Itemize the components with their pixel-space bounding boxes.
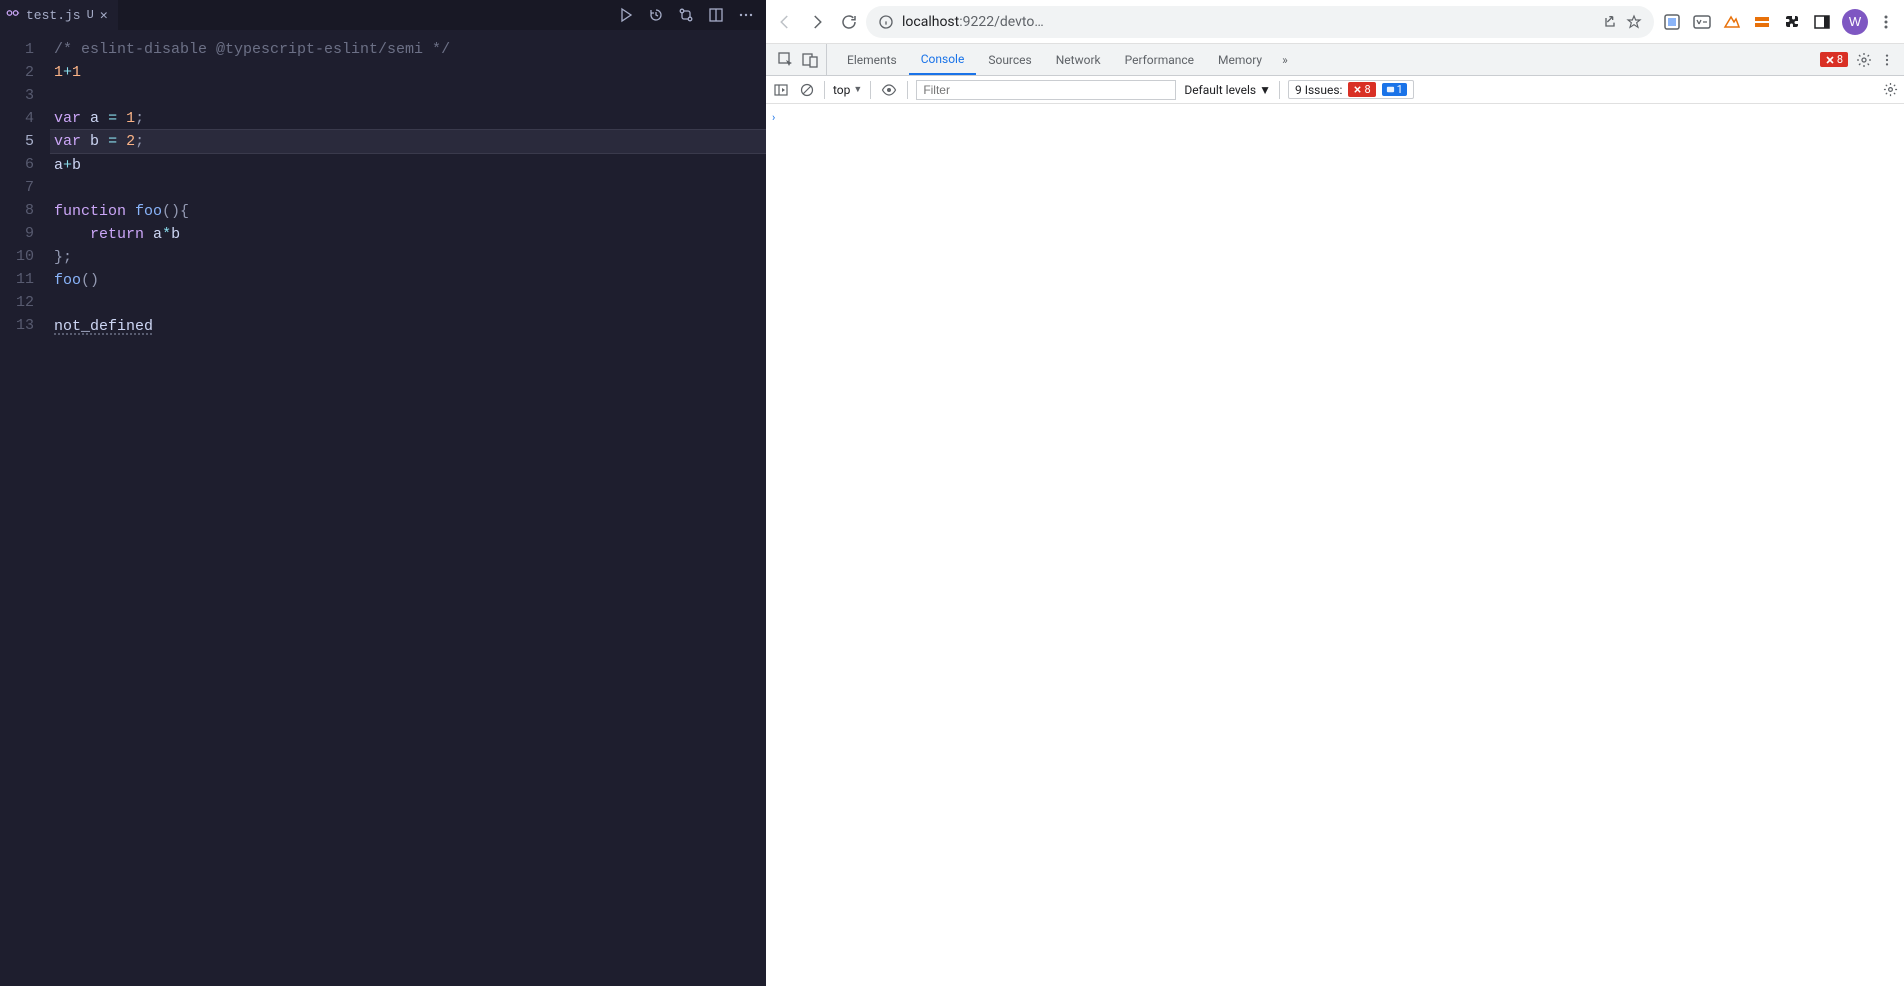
line-number: 13 bbox=[0, 314, 34, 337]
code-line[interactable]: foo() bbox=[50, 269, 766, 292]
line-number: 1 bbox=[0, 38, 34, 61]
url-bar[interactable]: localhost:9222/devto… bbox=[866, 6, 1654, 38]
line-number: 3 bbox=[0, 84, 34, 107]
extensions-puzzle-icon[interactable] bbox=[1782, 12, 1802, 32]
issues-button[interactable]: 9 Issues: 8 1 bbox=[1288, 80, 1414, 99]
side-panel-icon[interactable] bbox=[1812, 12, 1832, 32]
devtools-tabs: ElementsConsoleSourcesNetworkPerformance… bbox=[766, 44, 1904, 76]
log-levels-dropdown[interactable]: Default levels ▼ bbox=[1184, 83, 1271, 97]
code-line[interactable]: var a = 1; bbox=[50, 107, 766, 130]
site-info-icon[interactable] bbox=[878, 14, 894, 30]
line-number: 8 bbox=[0, 199, 34, 222]
browser-toolbar: localhost:9222/devto… W bbox=[766, 0, 1904, 44]
avatar[interactable]: W bbox=[1842, 9, 1868, 35]
code-line[interactable]: return a*b bbox=[50, 223, 766, 246]
filter-input[interactable] bbox=[916, 80, 1176, 100]
js-file-icon bbox=[6, 6, 20, 24]
line-number: 6 bbox=[0, 153, 34, 176]
inspect-element-icon[interactable] bbox=[778, 52, 794, 68]
extension-4-icon[interactable] bbox=[1752, 12, 1772, 32]
share-icon[interactable] bbox=[1602, 14, 1618, 30]
devtools-settings-icon[interactable] bbox=[1856, 52, 1872, 68]
line-number: 9 bbox=[0, 222, 34, 245]
devtools-tab-sources[interactable]: Sources bbox=[976, 44, 1043, 75]
browser-menu-icon[interactable] bbox=[1878, 14, 1894, 30]
code-line[interactable]: var b = 2; bbox=[50, 129, 766, 154]
extension-icons: W bbox=[1662, 9, 1894, 35]
console-output[interactable]: › bbox=[766, 104, 1904, 986]
code-line[interactable] bbox=[50, 292, 766, 315]
run-icon[interactable] bbox=[618, 7, 634, 23]
bookmark-icon[interactable] bbox=[1626, 14, 1642, 30]
device-toolbar-icon[interactable] bbox=[802, 52, 818, 68]
extension-3-icon[interactable] bbox=[1722, 12, 1742, 32]
line-number: 2 bbox=[0, 61, 34, 84]
context-dropdown[interactable]: top▼ bbox=[833, 83, 862, 97]
split-editor-icon[interactable] bbox=[708, 7, 724, 23]
tabs-overflow-icon[interactable]: » bbox=[1274, 53, 1296, 67]
devtools-menu-icon[interactable] bbox=[1880, 53, 1894, 67]
code-line[interactable]: 1+1 bbox=[50, 61, 766, 84]
close-icon[interactable]: ✕ bbox=[100, 8, 108, 23]
devtools-tab-elements[interactable]: Elements bbox=[835, 44, 909, 75]
tab-status: U bbox=[87, 8, 94, 22]
live-expression-icon[interactable] bbox=[879, 81, 899, 99]
console-prompt-icon: › bbox=[772, 111, 775, 124]
code-line[interactable]: not_defined bbox=[50, 315, 766, 338]
error-count-badge[interactable]: 8 bbox=[1820, 52, 1848, 67]
line-number: 4 bbox=[0, 107, 34, 130]
line-number: 12 bbox=[0, 291, 34, 314]
url-text: localhost:9222/devto… bbox=[902, 14, 1594, 30]
code-line[interactable] bbox=[50, 177, 766, 200]
back-button[interactable] bbox=[776, 13, 794, 31]
editor-pane: test.js U ✕ 12345678910111213 /* bbox=[0, 0, 766, 986]
compare-changes-icon[interactable] bbox=[678, 7, 694, 23]
devtools-tab-console[interactable]: Console bbox=[909, 44, 977, 75]
code-line[interactable]: function foo(){ bbox=[50, 200, 766, 223]
code-line[interactable] bbox=[50, 84, 766, 107]
console-settings-icon[interactable] bbox=[1883, 82, 1898, 97]
toggle-console-sidebar-icon[interactable] bbox=[772, 81, 790, 99]
devtools-tab-performance[interactable]: Performance bbox=[1113, 44, 1206, 75]
console-toolbar: top▼ Default levels ▼ 9 Issues: 8 1 bbox=[766, 76, 1904, 104]
forward-button[interactable] bbox=[808, 13, 826, 31]
more-actions-icon[interactable] bbox=[738, 7, 754, 23]
history-icon[interactable] bbox=[648, 7, 664, 23]
code-area[interactable]: /* eslint-disable @typescript-eslint/sem… bbox=[50, 38, 766, 986]
reload-button[interactable] bbox=[840, 13, 858, 31]
editor-tab-bar: test.js U ✕ bbox=[0, 0, 766, 30]
clear-console-icon[interactable] bbox=[798, 81, 816, 99]
line-number: 5 bbox=[0, 130, 34, 153]
code-line[interactable]: a+b bbox=[50, 154, 766, 177]
code-line[interactable]: /* eslint-disable @typescript-eslint/sem… bbox=[50, 38, 766, 61]
code-editor[interactable]: 12345678910111213 /* eslint-disable @typ… bbox=[0, 30, 766, 986]
extension-1-icon[interactable] bbox=[1662, 12, 1682, 32]
line-number: 11 bbox=[0, 268, 34, 291]
devtools-tab-memory[interactable]: Memory bbox=[1206, 44, 1274, 75]
code-line[interactable]: }; bbox=[50, 246, 766, 269]
line-number: 10 bbox=[0, 245, 34, 268]
browser-pane: localhost:9222/devto… W bbox=[766, 0, 1904, 986]
tab-filename: test.js bbox=[26, 8, 81, 23]
devtools-tab-network[interactable]: Network bbox=[1044, 44, 1113, 75]
line-gutter: 12345678910111213 bbox=[0, 38, 50, 986]
extension-2-icon[interactable] bbox=[1692, 12, 1712, 32]
editor-tab[interactable]: test.js U ✕ bbox=[0, 0, 118, 30]
line-number: 7 bbox=[0, 176, 34, 199]
